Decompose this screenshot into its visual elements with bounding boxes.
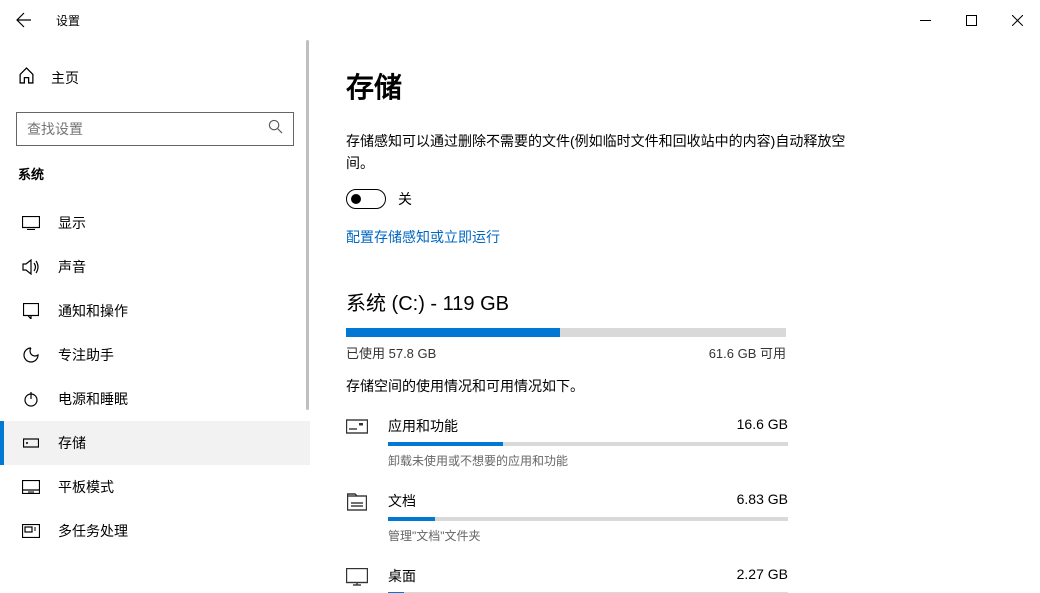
minimize-button[interactable]: [902, 4, 948, 36]
sidebar-item-label: 多任务处理: [58, 521, 128, 541]
sidebar-home-label: 主页: [51, 68, 79, 88]
sidebar-section-header: 系统: [0, 164, 310, 183]
titlebar: 设置: [0, 0, 1040, 40]
apps-icon: [346, 418, 368, 434]
desktop-icon: [346, 568, 368, 586]
sidebar-item-label: 显示: [58, 213, 86, 233]
storage-category-documents[interactable]: 文档 6.83 GB 管理"文档"文件夹: [346, 491, 1010, 544]
back-arrow-icon: [16, 12, 32, 28]
drive-usage-description: 存储空间的使用情况和可用情况如下。: [346, 376, 1010, 396]
power-icon: [22, 391, 40, 407]
sidebar-item-storage[interactable]: 存储: [0, 421, 310, 465]
sidebar-item-display[interactable]: 显示: [0, 201, 310, 245]
sidebar-item-power[interactable]: 电源和睡眠: [0, 377, 310, 421]
home-icon: [18, 67, 35, 89]
drive-title: 系统 (C:) - 119 GB: [346, 287, 1010, 316]
category-size: 2.27 GB: [737, 566, 788, 586]
category-size: 6.83 GB: [737, 491, 788, 511]
focus-icon: [22, 347, 40, 363]
category-name: 文档: [388, 491, 416, 511]
storage-sense-toggle-label: 关: [398, 189, 412, 209]
sidebar-scrollbar-thumb[interactable]: [306, 40, 309, 410]
category-bar-fill: [388, 442, 503, 446]
sidebar-item-label: 存储: [58, 433, 86, 453]
search-icon: [268, 119, 283, 139]
sidebar-item-label: 通知和操作: [58, 301, 128, 321]
category-name: 应用和功能: [388, 416, 458, 436]
documents-icon: [346, 493, 368, 511]
drive-stats: 已使用 57.8 GB 61.6 GB 可用: [346, 343, 786, 362]
sidebar-item-label: 声音: [58, 257, 86, 277]
page-title: 存储: [346, 66, 1010, 106]
search-input[interactable]: [27, 121, 268, 137]
back-button[interactable]: [0, 0, 48, 40]
storage-sense-toggle[interactable]: [346, 189, 386, 209]
category-bar: [388, 442, 788, 446]
category-bar-fill: [388, 517, 435, 521]
multitask-icon: [22, 524, 40, 538]
drive-usage-bar: [346, 328, 786, 337]
storage-icon: [22, 435, 40, 451]
close-button[interactable]: [994, 4, 1040, 36]
sidebar-item-label: 平板模式: [58, 477, 114, 497]
category-bar: [388, 517, 788, 521]
sidebar-item-tablet[interactable]: 平板模式: [0, 465, 310, 509]
storage-sense-toggle-row: 关: [346, 189, 1010, 209]
display-icon: [22, 216, 40, 230]
notifications-icon: [22, 303, 40, 319]
maximize-button[interactable]: [948, 4, 994, 36]
minimize-icon: [920, 15, 931, 26]
window-title: 设置: [56, 12, 80, 29]
category-hint: 管理"文档"文件夹: [388, 527, 788, 544]
sidebar-item-label: 电源和睡眠: [58, 389, 128, 409]
sound-icon: [22, 259, 40, 275]
main-content: 存储 存储感知可以通过删除不需要的文件(例如临时文件和回收站中的内容)自动释放空…: [310, 40, 1040, 593]
window-controls: [902, 4, 1040, 36]
configure-storage-sense-link[interactable]: 配置存储感知或立即运行: [346, 227, 500, 247]
drive-used-label: 已使用 57.8 GB: [346, 343, 436, 362]
sidebar-home[interactable]: 主页: [0, 60, 310, 96]
search-input-wrapper[interactable]: [16, 112, 294, 146]
drive-free-label: 61.6 GB 可用: [709, 343, 786, 362]
sidebar-item-focus[interactable]: 专注助手: [0, 333, 310, 377]
sidebar-item-multitask[interactable]: 多任务处理: [0, 509, 310, 553]
tablet-icon: [22, 480, 40, 494]
sidebar-item-notifications[interactable]: 通知和操作: [0, 289, 310, 333]
sidebar: 主页 系统 显示声音通知和操作专注助手电源和睡眠存储平板模式多任务处理: [0, 40, 310, 593]
close-icon: [1012, 15, 1023, 26]
storage-category-desktop[interactable]: 桌面2.27 GB管理"桌面"文件夹: [346, 566, 1010, 593]
drive-usage-bar-fill: [346, 328, 560, 337]
maximize-icon: [966, 15, 977, 26]
category-hint: 卸载未使用或不想要的应用和功能: [388, 452, 788, 469]
category-size: 16.6 GB: [737, 416, 788, 436]
sidebar-item-label: 专注助手: [58, 345, 114, 365]
storage-category-apps[interactable]: 应用和功能 16.6 GB 卸载未使用或不想要的应用和功能: [346, 416, 1010, 469]
storage-sense-description: 存储感知可以通过删除不需要的文件(例如临时文件和回收站中的内容)自动释放空间。: [346, 130, 866, 175]
category-name: 桌面: [388, 566, 416, 586]
sidebar-item-sound[interactable]: 声音: [0, 245, 310, 289]
